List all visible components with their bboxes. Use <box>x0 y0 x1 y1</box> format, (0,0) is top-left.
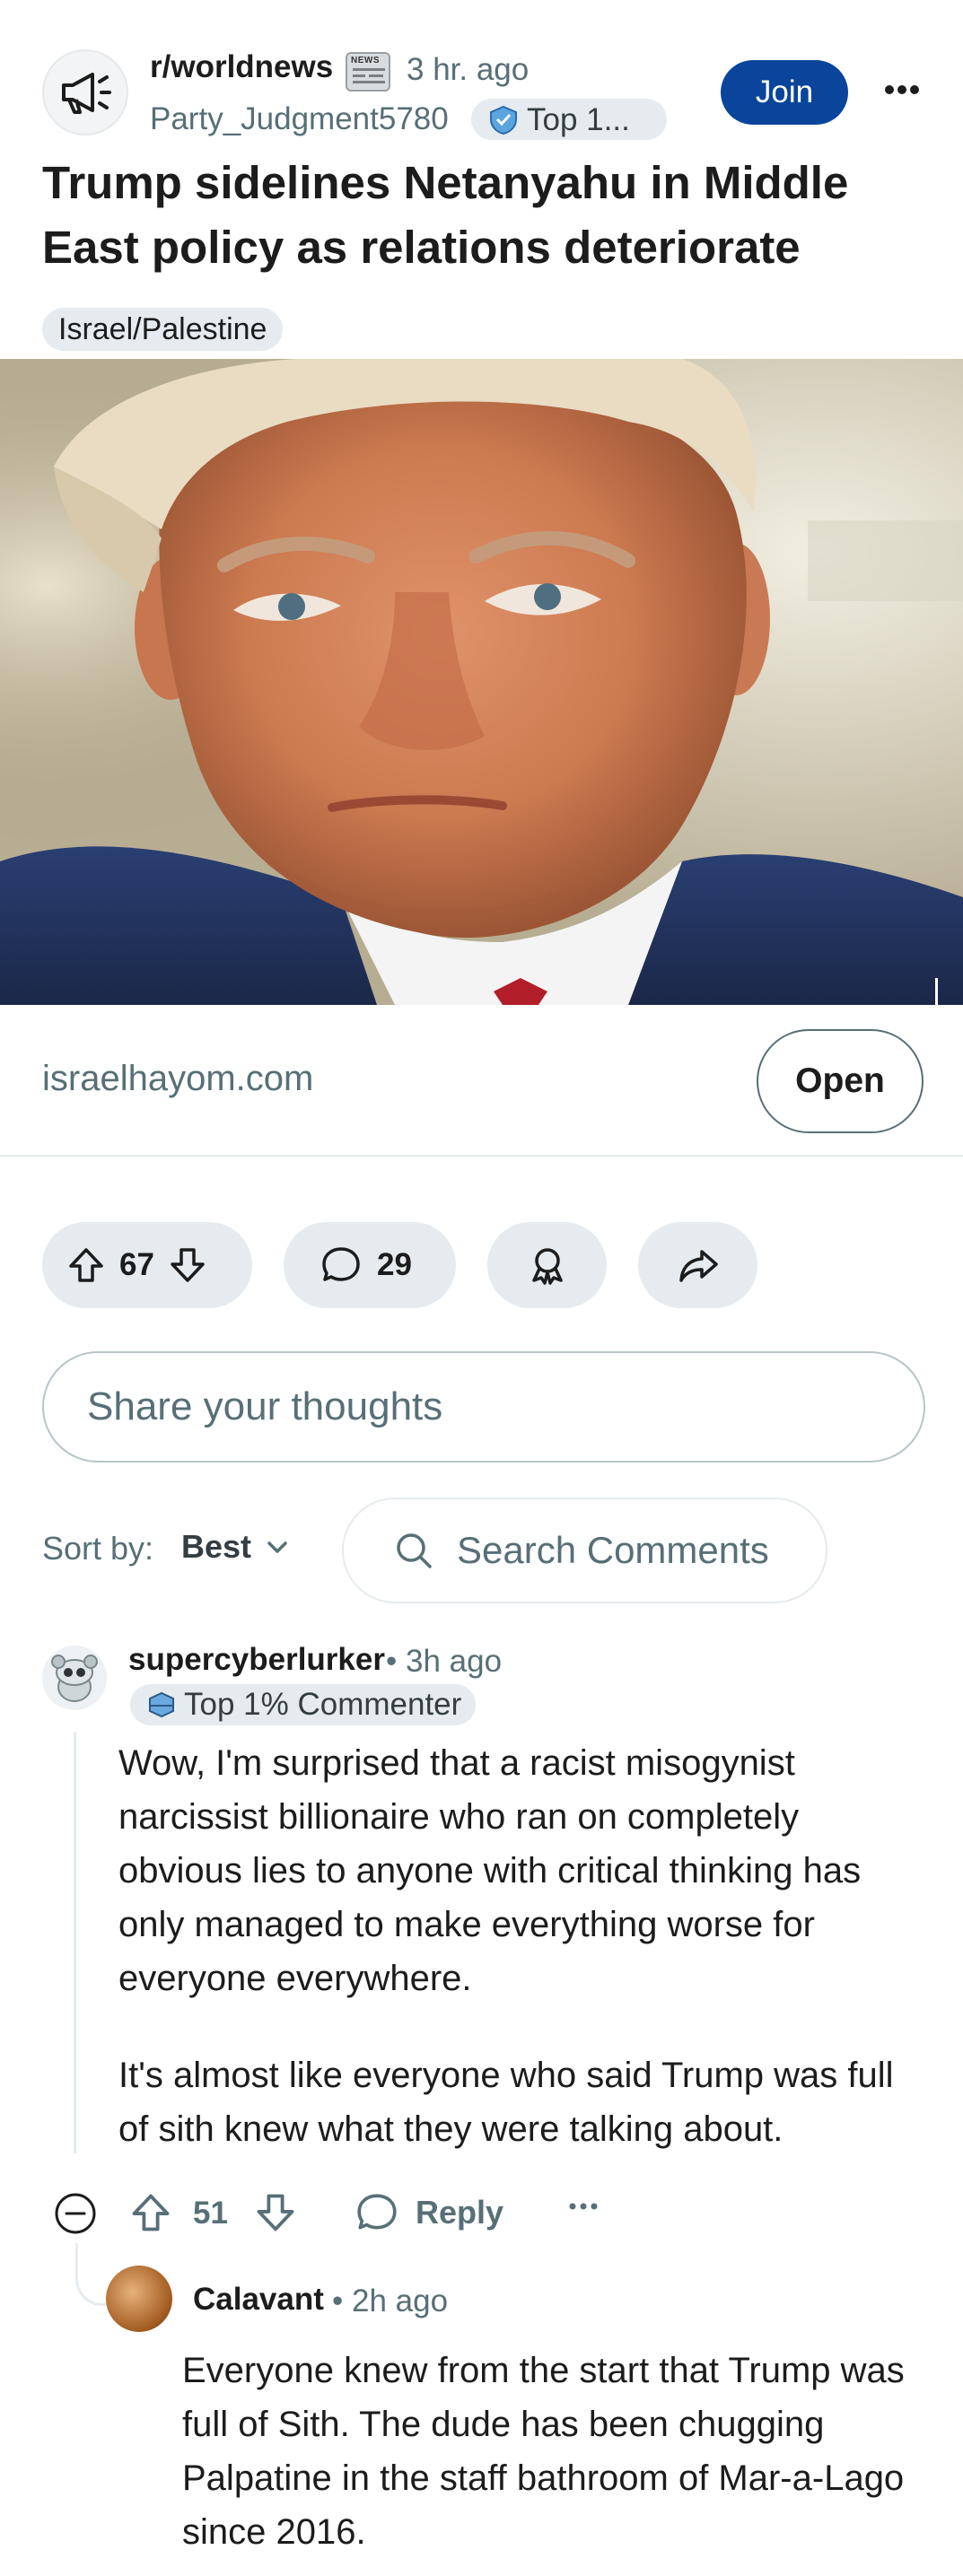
portrait-image <box>0 359 963 1005</box>
award-button[interactable] <box>487 1222 607 1308</box>
search-comments-label: Search Comments <box>457 1529 769 1571</box>
comment-score: 51 <box>193 2196 228 2231</box>
comments-button[interactable]: 29 <box>284 1222 456 1308</box>
vote-control: 67 <box>42 1222 252 1308</box>
comment-author[interactable]: Calavant <box>193 2282 324 2318</box>
chevron-down-icon[interactable] <box>264 1537 291 1559</box>
more-icon[interactable] <box>567 2200 600 2213</box>
share-button[interactable] <box>638 1222 757 1308</box>
top-commenter-icon <box>149 1691 174 1718</box>
post-flair[interactable]: Israel/Palestine <box>42 308 284 351</box>
megaphone-icon <box>62 73 111 114</box>
thread-line[interactable] <box>74 1732 76 2153</box>
upvote-count: 67 <box>119 1247 154 1282</box>
comment-body: Wow, I'm surprised that a racist misogyn… <box>118 1743 894 2149</box>
post-image[interactable] <box>0 359 963 1005</box>
downvote-icon[interactable] <box>253 2190 298 2235</box>
comment-count: 29 <box>377 1247 412 1282</box>
author-flair: Top 1... <box>471 99 667 140</box>
downvote-icon[interactable] <box>167 1244 208 1286</box>
subreddit-name[interactable]: r/worldnews <box>150 49 333 85</box>
post-author[interactable]: Party_Judgment5780 <box>150 101 449 137</box>
shield-badge-icon <box>490 105 517 135</box>
more-icon[interactable] <box>880 72 924 108</box>
comment-author[interactable]: supercyberlurker <box>128 1642 385 1678</box>
reply-button[interactable]: Reply <box>355 2190 503 2235</box>
search-comments-button[interactable]: Search Comments <box>342 1498 827 1603</box>
divider <box>0 1155 963 1157</box>
sort-label: Sort by: <box>42 1530 154 1567</box>
comment-body: Everyone knew from the start that Trump … <box>182 2351 905 2552</box>
avatar[interactable] <box>42 1646 107 1710</box>
award-icon <box>531 1248 563 1285</box>
news-icon: NEWS <box>346 52 390 92</box>
join-button[interactable]: Join <box>721 60 848 125</box>
comment-time: • 2h ago <box>332 2283 449 2318</box>
comment-time: • 3h ago <box>386 1644 503 1679</box>
share-icon <box>678 1250 718 1282</box>
avatar[interactable] <box>106 2266 172 2332</box>
link-domain[interactable]: israelhayom.com <box>42 1059 313 1099</box>
subreddit-avatar[interactable] <box>42 49 128 135</box>
reply-icon <box>357 2194 397 2230</box>
sort-dropdown[interactable]: Best <box>181 1528 251 1566</box>
upvote-icon[interactable] <box>66 1244 107 1286</box>
post-time: 3 hr. ago <box>407 52 530 87</box>
comment-composer[interactable]: Share your thoughts <box>42 1351 925 1463</box>
snoo-avatar-icon <box>42 1646 107 1710</box>
search-icon <box>397 1533 432 1568</box>
commenter-flair: Top 1% Commenter <box>130 1684 477 1725</box>
comment-icon <box>322 1247 360 1281</box>
post-title[interactable]: Trump sidelines Netanyahu in Middle East… <box>42 151 931 280</box>
collapse-icon[interactable] <box>54 2192 97 2235</box>
upvote-icon[interactable] <box>128 2190 173 2235</box>
open-link-button[interactable]: Open <box>757 1029 924 1133</box>
